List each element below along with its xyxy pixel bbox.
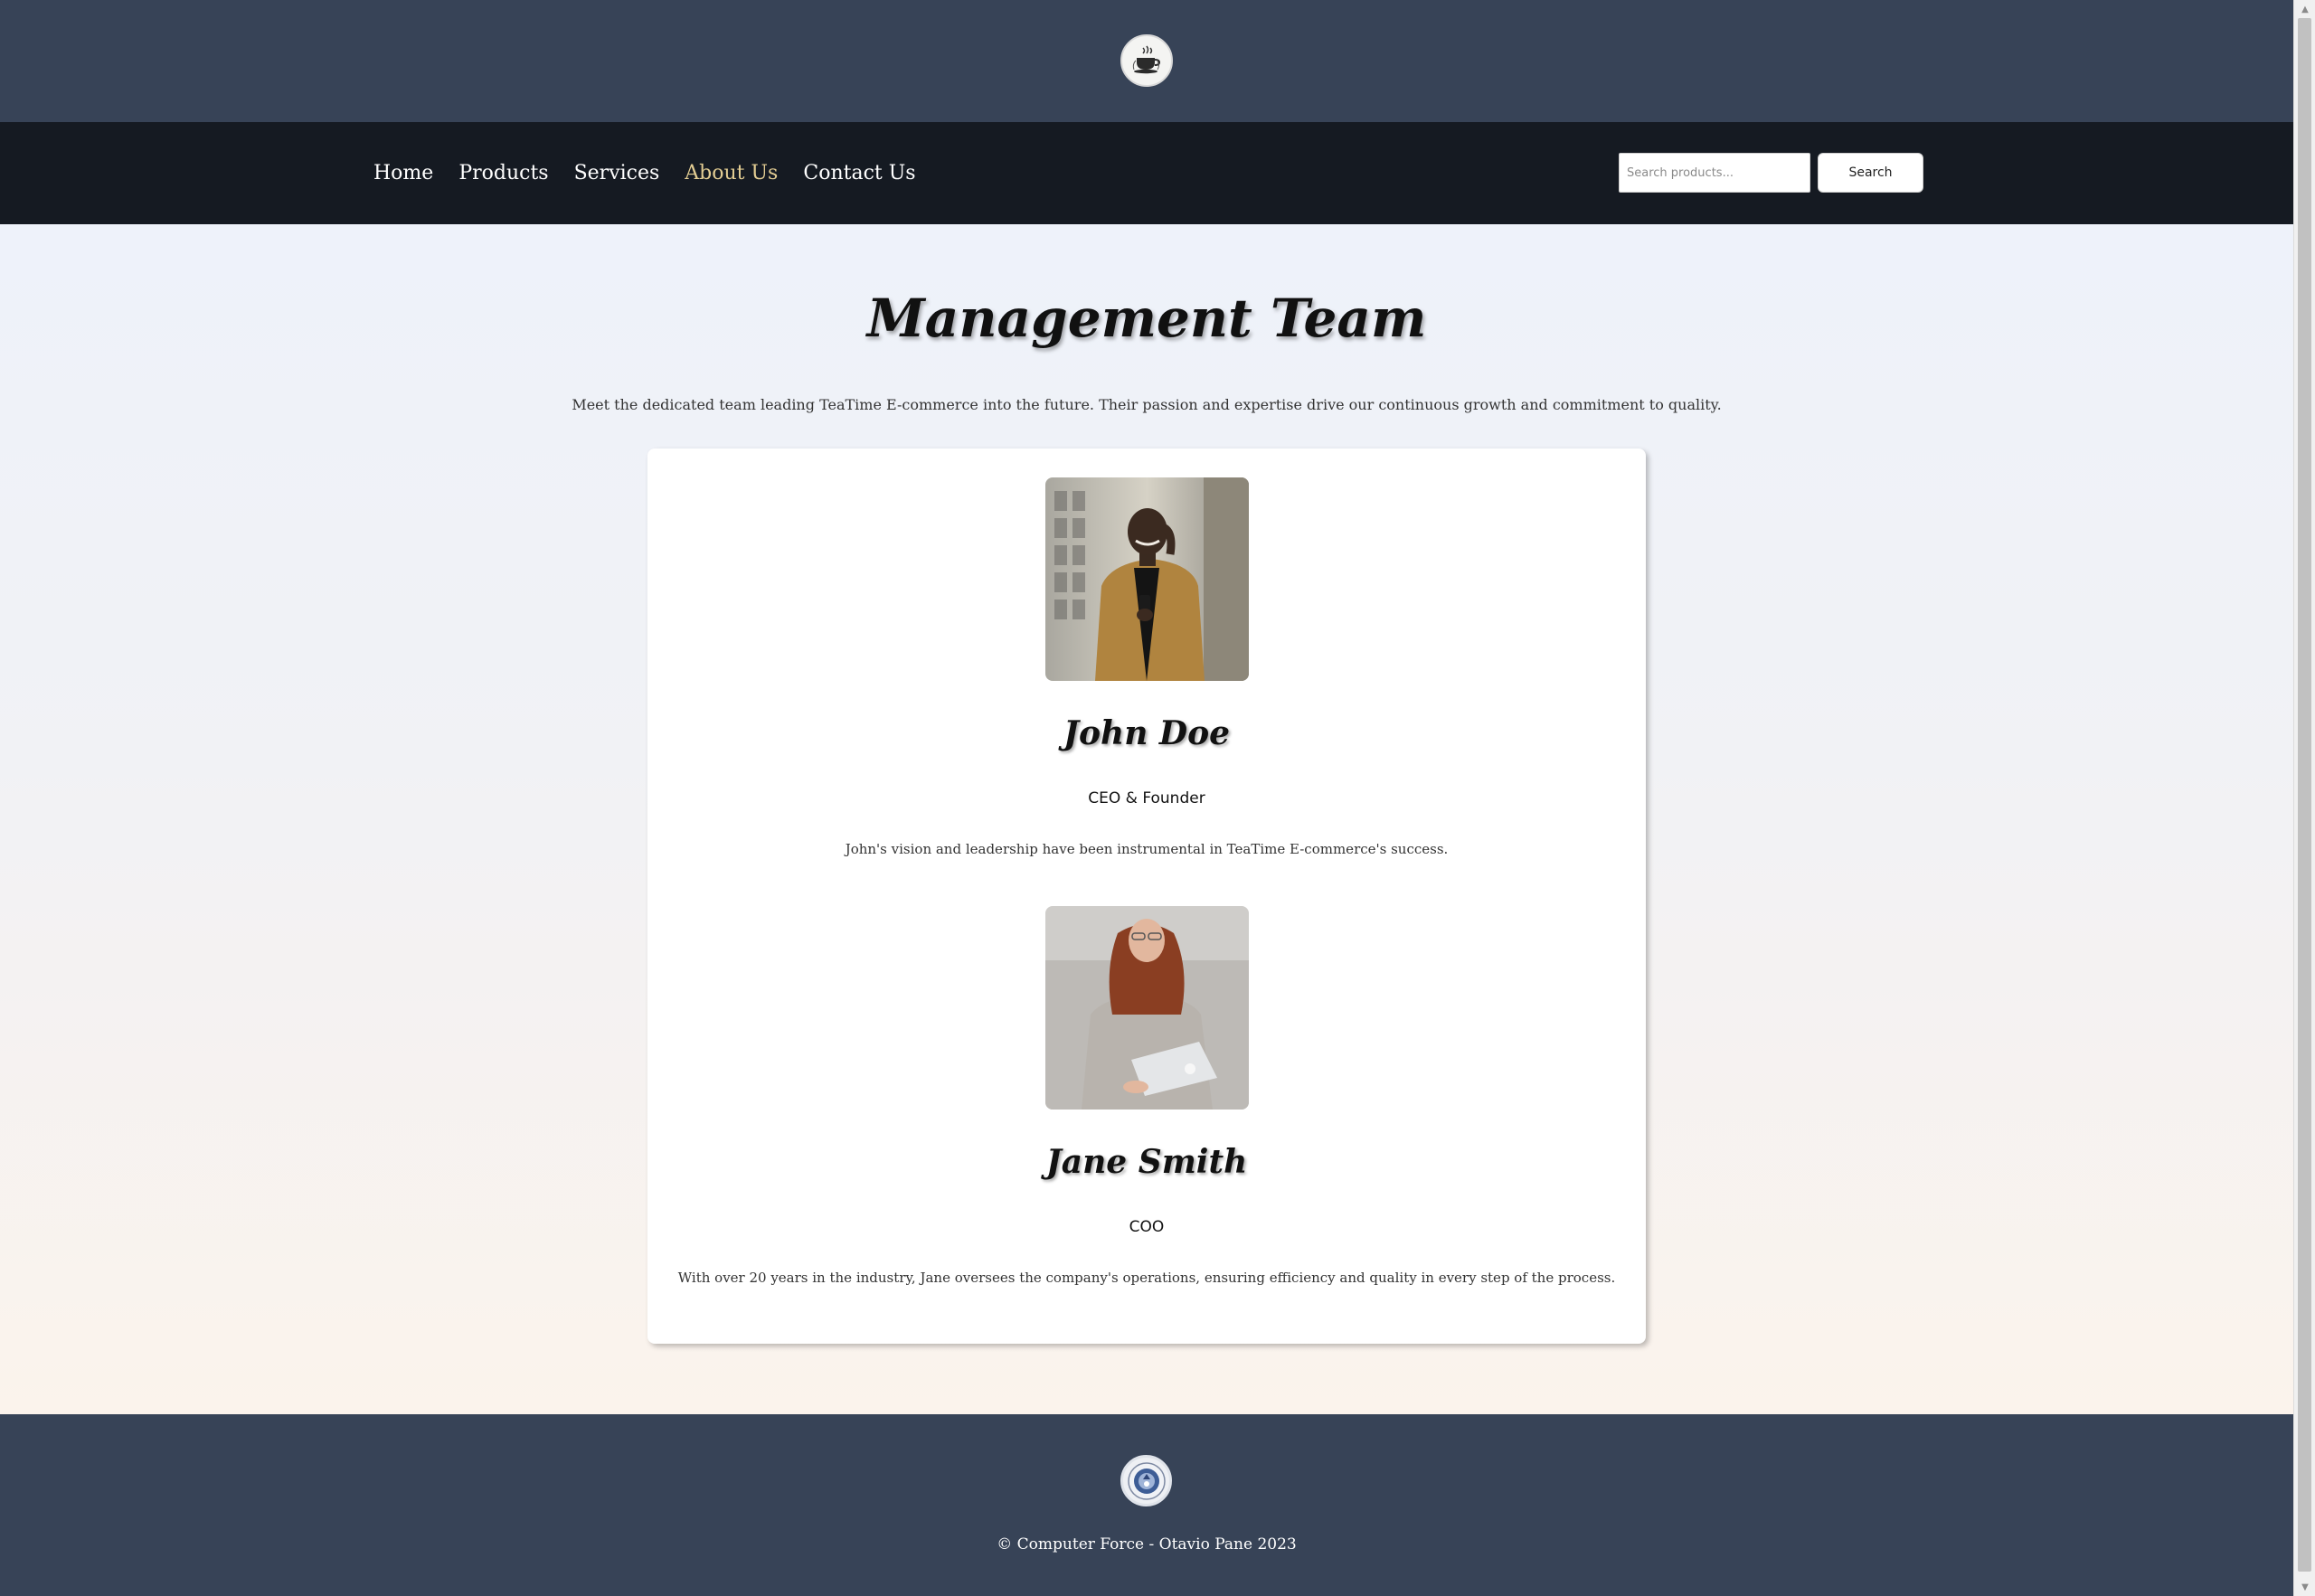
teacup-logo-icon[interactable] bbox=[1120, 34, 1173, 87]
scroll-up-arrow-icon[interactable]: ▲ bbox=[2294, 0, 2315, 18]
nav-item-about-us[interactable]: About Us bbox=[685, 162, 778, 184]
top-header bbox=[0, 0, 2293, 122]
vertical-scrollbar[interactable]: ▲ ▼ bbox=[2293, 0, 2315, 1596]
copyright-text: © Computer Force - Otavio Pane 2023 bbox=[997, 1535, 1297, 1554]
member-bio: John's vision and leadership have been i… bbox=[845, 841, 1449, 857]
jane-smith-photo bbox=[1045, 906, 1249, 1110]
nav-item-services[interactable]: Services bbox=[574, 162, 660, 184]
team-card: John Doe CEO & Founder John's vision and… bbox=[647, 449, 1646, 1344]
main-content: Management Team Meet the dedicated team … bbox=[0, 224, 2293, 1414]
nav-item-contact-us[interactable]: Contact Us bbox=[803, 162, 915, 184]
search-input[interactable] bbox=[1619, 153, 1810, 193]
main-navbar: Home Products Services About Us Contact … bbox=[0, 122, 2293, 224]
nav-item-home[interactable]: Home bbox=[373, 162, 433, 184]
site-footer: © Computer Force - Otavio Pane 2023 bbox=[0, 1414, 2293, 1596]
member-role: CEO & Founder bbox=[1088, 789, 1205, 807]
member-name: John Doe bbox=[1063, 714, 1231, 752]
scroll-down-arrow-icon[interactable]: ▼ bbox=[2294, 1578, 2315, 1596]
nav-links: Home Products Services About Us Contact … bbox=[373, 122, 941, 224]
scrollbar-thumb[interactable] bbox=[2298, 18, 2311, 1572]
member-role: COO bbox=[1129, 1218, 1165, 1236]
nav-item-products[interactable]: Products bbox=[458, 162, 548, 184]
search-button[interactable]: Search bbox=[1818, 153, 1923, 193]
intro-text: Meet the dedicated team leading TeaTime … bbox=[572, 396, 1722, 413]
page-title: Management Team bbox=[866, 288, 1427, 349]
seal-logo-icon bbox=[1120, 1455, 1172, 1506]
john-doe-photo bbox=[1045, 477, 1249, 681]
member-name: Jane Smith bbox=[1045, 1143, 1248, 1181]
member-bio: With over 20 years in the industry, Jane… bbox=[677, 1270, 1616, 1286]
